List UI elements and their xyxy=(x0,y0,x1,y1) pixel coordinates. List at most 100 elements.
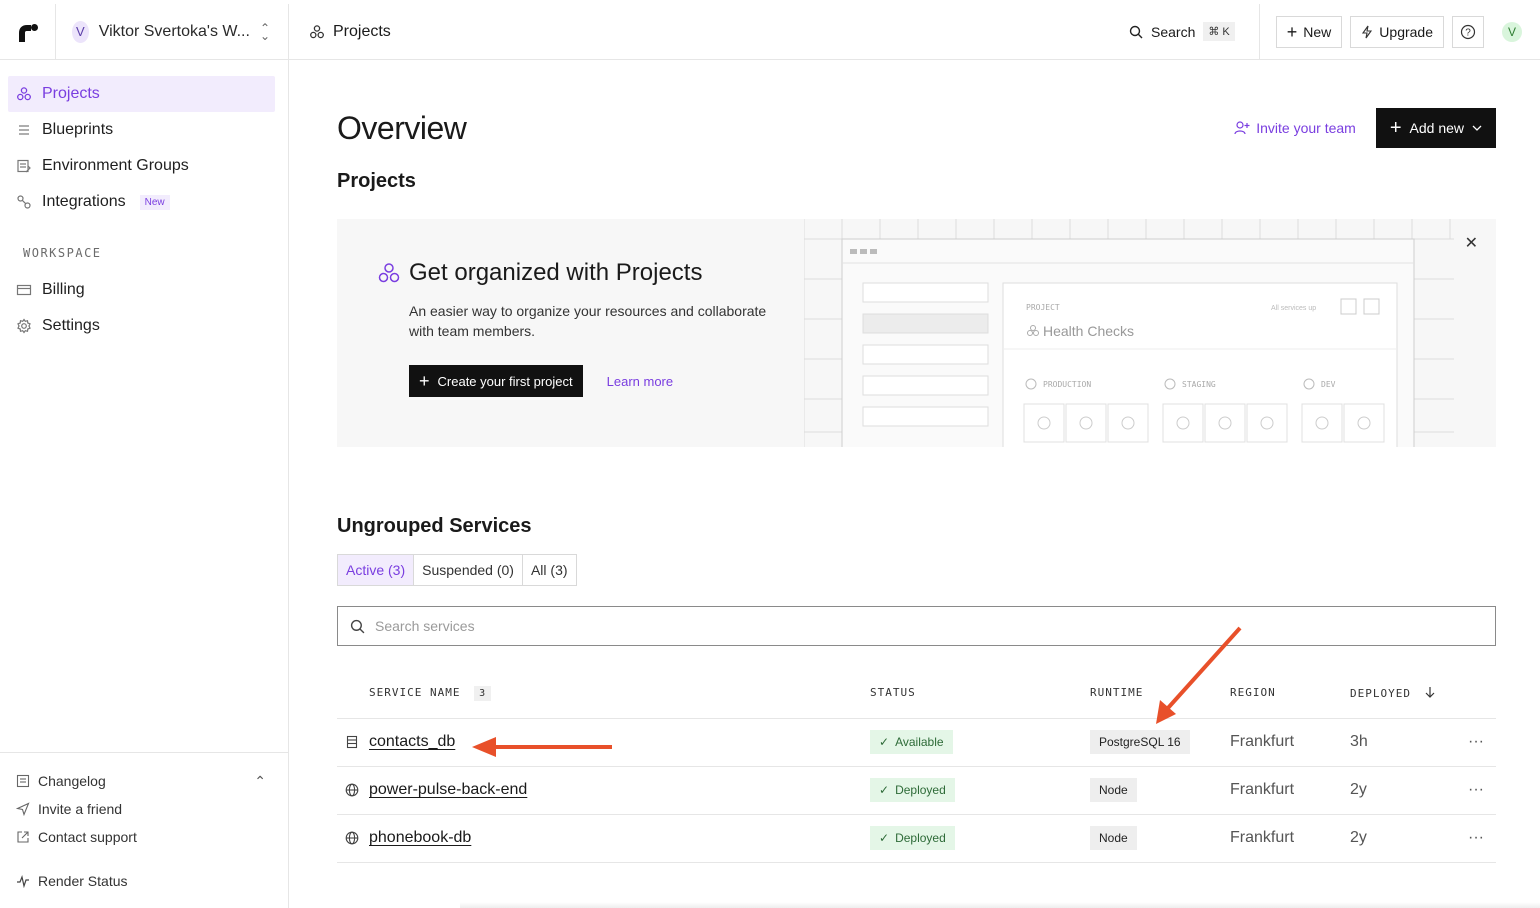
billing-icon xyxy=(16,284,32,296)
runtime-badge: PostgreSQL 16 xyxy=(1090,730,1190,754)
create-first-project-button[interactable]: + Create your first project xyxy=(409,365,583,397)
table-row[interactable]: contacts_db ✓ Available PostgreSQL 16 Fra… xyxy=(337,718,1496,767)
banner-title: Get organized with Projects xyxy=(377,259,767,287)
logo-icon xyxy=(18,23,38,42)
column-status: STATUS xyxy=(870,668,1090,719)
invite-friend-link[interactable]: Invite a friend xyxy=(16,795,272,823)
search-services-input[interactable] xyxy=(375,618,1483,634)
check-icon: ✓ xyxy=(879,831,890,845)
gear-icon xyxy=(17,318,31,334)
illus-project-label: PROJECT xyxy=(1026,303,1060,312)
service-count-badge: 3 xyxy=(474,686,492,702)
env-groups-icon xyxy=(17,159,31,173)
search-button[interactable]: Search ⌘ K xyxy=(1129,22,1259,41)
workspace-switcher[interactable]: V Viktor Svertoka's W... ⌃ ⌄ xyxy=(56,20,288,43)
bottom-shadow xyxy=(460,902,1540,908)
top-bar: Projects Search ⌘ K + New Upgrade ? V xyxy=(289,3,1540,60)
sidebar-item-billing[interactable]: Billing xyxy=(8,272,275,308)
region-cell: Frankfurt xyxy=(1230,718,1350,767)
illus-project-name: Health Checks xyxy=(1043,323,1134,339)
column-label: DEPLOYED xyxy=(1350,686,1411,700)
render-logo[interactable] xyxy=(0,3,56,60)
more-options-icon[interactable]: ··· xyxy=(1456,814,1496,863)
table-row[interactable]: phonebook-db ✓ Deployed Node Frankfurt 2y… xyxy=(337,814,1496,863)
projects-icon xyxy=(310,24,324,38)
workspace-avatar: V xyxy=(72,20,89,43)
lightning-icon xyxy=(1362,25,1373,38)
column-label: SERVICE NAME xyxy=(369,686,461,700)
sidebar-item-projects[interactable]: Projects xyxy=(8,76,275,112)
changelog-link[interactable]: Changelog ⌃ xyxy=(16,767,272,795)
search-shortcut: ⌘ K xyxy=(1203,22,1235,41)
contact-support-label: Contact support xyxy=(38,829,137,845)
breadcrumb: Projects xyxy=(309,23,391,41)
sidebar-item-integrations[interactable]: Integrations New xyxy=(8,184,275,220)
page-breadcrumb-title: Projects xyxy=(333,22,391,40)
banner-actions: + Create your first project Learn more xyxy=(409,365,767,397)
new-button[interactable]: + New xyxy=(1275,15,1343,48)
status-badge: ✓ Deployed xyxy=(870,778,955,802)
workspace-name: Viktor Svertoka's W... xyxy=(98,22,250,40)
add-new-button[interactable]: + Add new xyxy=(1375,108,1496,148)
illus-env-staging: STAGING xyxy=(1182,380,1216,389)
learn-more-link[interactable]: Learn more xyxy=(607,374,673,389)
help-button[interactable]: ? xyxy=(1452,15,1484,48)
deployed-cell: 3h xyxy=(1350,718,1456,767)
user-avatar[interactable]: V xyxy=(1502,21,1522,42)
status-text: Deployed xyxy=(895,831,946,845)
check-icon: ✓ xyxy=(879,735,890,749)
status-text: Deployed xyxy=(895,783,946,797)
projects-illustration: PROJECT Health Checks All services up PR… xyxy=(804,219,1454,447)
search-icon xyxy=(1129,25,1143,38)
region-cell: Frankfurt xyxy=(1230,814,1350,863)
column-runtime: RUNTIME xyxy=(1090,668,1230,719)
service-name-link[interactable]: contacts_db xyxy=(369,733,455,751)
chevron-down-icon xyxy=(1472,125,1482,131)
service-name-link[interactable]: power-pulse-back-end xyxy=(369,781,527,799)
render-status-link[interactable]: Render Status xyxy=(16,867,272,895)
sidebar-item-label: Billing xyxy=(42,281,85,298)
banner-text: Get organized with Projects An easier wa… xyxy=(377,259,767,397)
illus-env-production: PRODUCTION xyxy=(1043,380,1091,389)
region-cell: Frankfurt xyxy=(1230,766,1350,815)
changelog-icon xyxy=(16,774,30,788)
illus-all-services-up: All services up xyxy=(1271,305,1316,312)
column-deployed[interactable]: DEPLOYED xyxy=(1350,668,1456,719)
sidebar-footer: Changelog ⌃ Invite a friend Contact supp… xyxy=(0,752,288,908)
send-icon xyxy=(16,802,30,816)
new-label: New xyxy=(1303,23,1332,40)
more-options-icon[interactable]: ··· xyxy=(1456,718,1496,767)
database-icon xyxy=(346,735,358,749)
close-icon[interactable]: ✕ xyxy=(1465,233,1478,253)
column-region: REGION xyxy=(1230,668,1350,719)
help-icon: ? xyxy=(1460,24,1476,39)
main-content: Overview Invite your team + Add new Proj… xyxy=(337,60,1496,863)
plus-icon: + xyxy=(419,371,430,391)
projects-icon xyxy=(378,263,400,283)
tab-active[interactable]: Active (3) xyxy=(338,555,415,585)
sidebar-item-environment-groups[interactable]: Environment Groups xyxy=(8,148,275,184)
table-row[interactable]: power-pulse-back-end ✓ Deployed Node Fran… xyxy=(337,766,1496,815)
chevron-up-icon[interactable]: ⌃ xyxy=(254,773,266,790)
more-options-icon[interactable]: ··· xyxy=(1456,766,1496,815)
plus-icon: + xyxy=(1286,21,1298,42)
globe-icon xyxy=(345,831,359,845)
status-badge: ✓ Deployed xyxy=(870,826,955,850)
contact-support-link[interactable]: Contact support xyxy=(16,823,272,851)
top-bar-actions: Search ⌘ K + New Upgrade ? V xyxy=(1129,3,1540,60)
service-name-link[interactable]: phonebook-db xyxy=(369,829,471,847)
sidebar-nav: Projects Blueprints Environment Groups I… xyxy=(0,60,288,344)
invite-team-button[interactable]: Invite your team xyxy=(1234,120,1356,136)
sidebar-item-settings[interactable]: Settings xyxy=(8,308,275,344)
upgrade-button[interactable]: Upgrade xyxy=(1350,15,1444,48)
service-filter-tabs: Active (3) Suspended (0) All (3) xyxy=(337,554,577,586)
service-search-box xyxy=(337,606,1496,646)
sidebar-item-label: Environment Groups xyxy=(42,157,189,174)
banner-title-text: Get organized with Projects xyxy=(409,259,703,286)
blueprints-icon xyxy=(19,125,29,135)
sidebar-item-blueprints[interactable]: Blueprints xyxy=(8,112,275,148)
column-service-name[interactable]: SERVICE NAME 3 xyxy=(337,668,870,719)
tab-suspended[interactable]: Suspended (0) xyxy=(414,555,523,585)
sidebar-item-label: Settings xyxy=(42,317,100,334)
tab-all[interactable]: All (3) xyxy=(523,555,576,585)
